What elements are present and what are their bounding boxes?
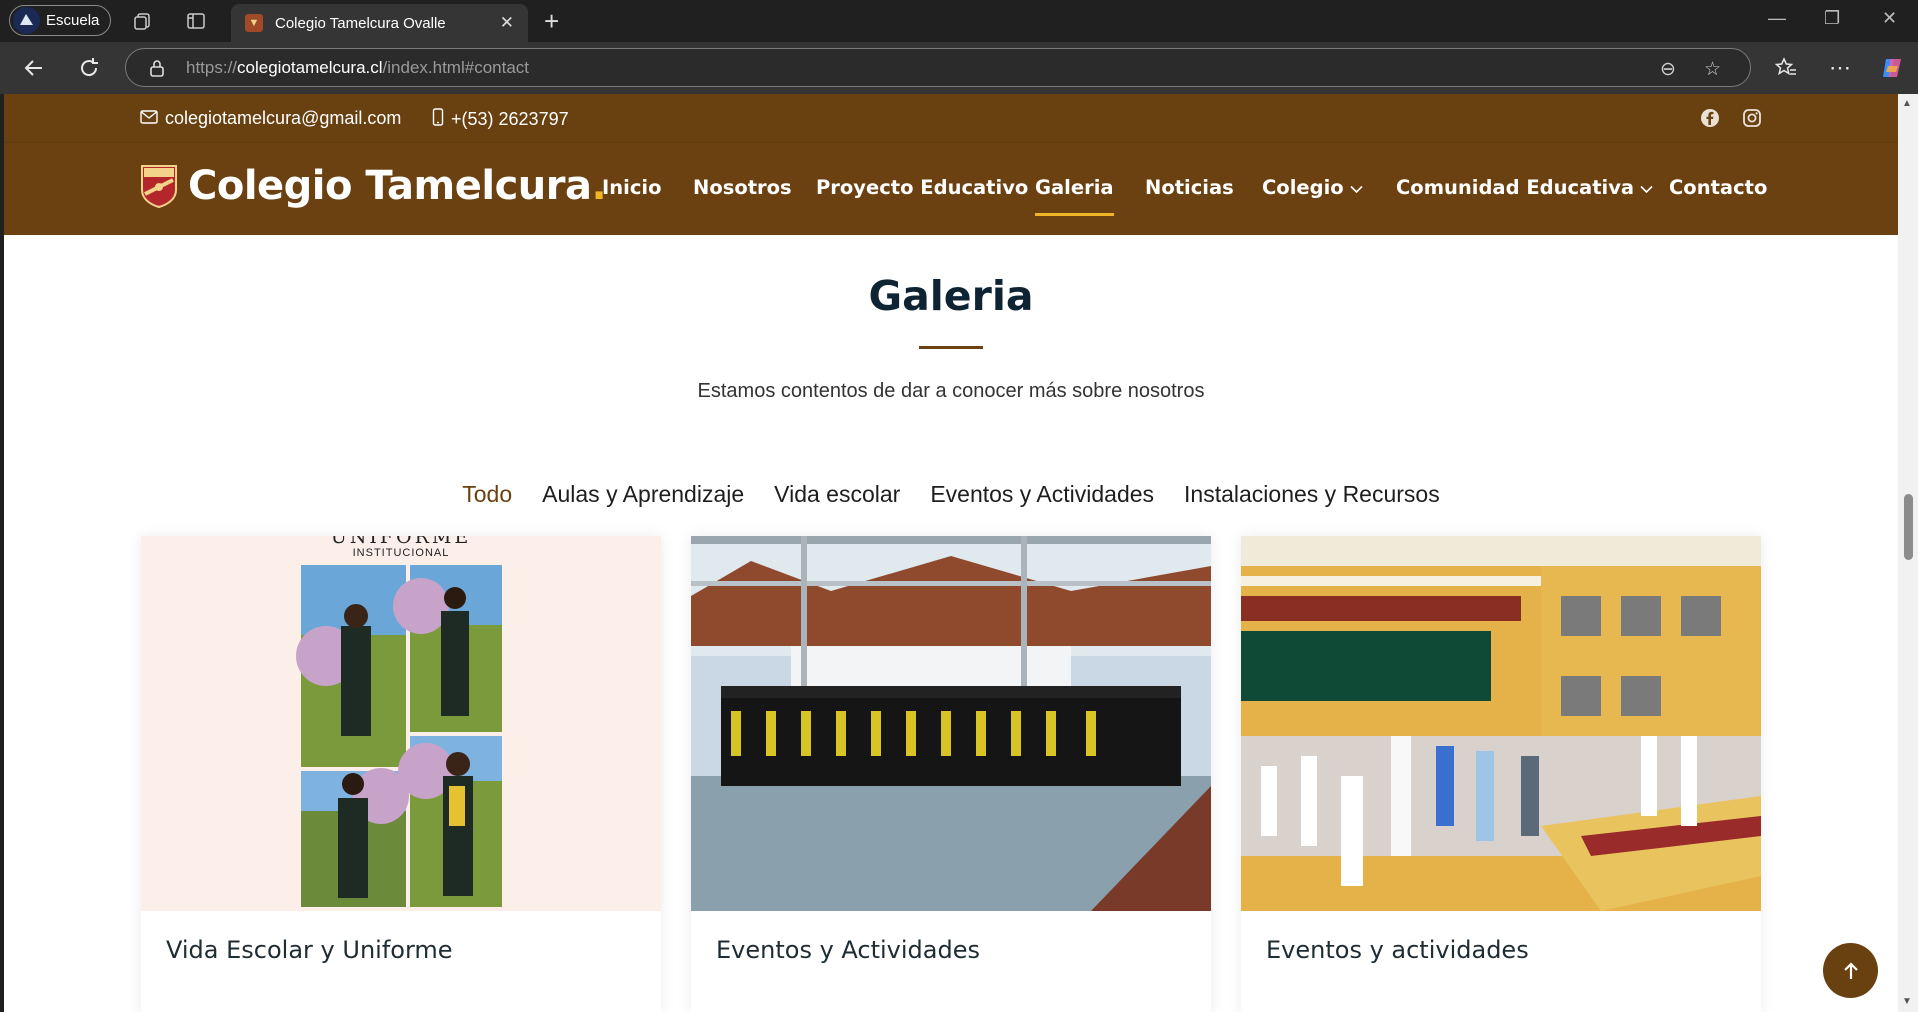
tab-close-icon[interactable]: ✕ (500, 13, 514, 33)
scroll-to-top-button[interactable] (1823, 943, 1878, 998)
school-crest-icon (141, 165, 177, 208)
site-logo[interactable]: Colegio Tamelcura. (140, 163, 607, 209)
section-subtitle: Estamos contentos de dar a conocer más s… (697, 380, 1205, 402)
window-close-icon[interactable]: ✕ (1882, 8, 1897, 29)
copilot-icon[interactable] (1880, 56, 1904, 80)
scroll-down-arrow-icon[interactable]: ▼ (1902, 996, 1912, 1007)
card-caption[interactable]: Vida Escolar y Uniforme (166, 936, 453, 964)
nav-item-proyecto-educativo[interactable]: Proyecto Educativo (816, 176, 1028, 199)
favorites-icon[interactable] (1774, 56, 1798, 80)
filter-instalaciones-y-recursos[interactable]: Instalaciones y Recursos (1184, 481, 1440, 508)
nav-item-contacto[interactable]: Contacto (1669, 176, 1767, 199)
filter-vida-escolar[interactable]: Vida escolar (774, 481, 900, 508)
address-bar[interactable]: https://colegiotamelcura.cl/index.html#c… (125, 48, 1751, 87)
card-caption[interactable]: Eventos y Actividades (716, 936, 980, 964)
profile-label: Escuela (46, 12, 100, 29)
favorite-star-icon[interactable]: ☆ (1704, 58, 1721, 81)
section-title: Galeria (868, 272, 1034, 320)
profile-button[interactable]: Escuela (9, 5, 111, 36)
phone-text: +(53) 2623797 (451, 109, 569, 129)
workspaces-icon[interactable] (132, 10, 154, 32)
lock-icon[interactable] (147, 58, 167, 78)
nav-item-colegio[interactable]: Colegio (1262, 176, 1363, 199)
gallery-card[interactable]: Eventos y actividades (1241, 536, 1761, 1012)
topbar-email[interactable]: colegiotamelcura@gmail.com (140, 108, 401, 129)
tab-title: Colegio Tamelcura Ovalle (275, 14, 446, 32)
nav-item-inicio[interactable]: Inicio (602, 176, 661, 199)
gallery-card[interactable]: UNIFORME INSTITUCIONAL Vida Escolar y Un… (141, 536, 661, 1012)
reading-mode-icon[interactable]: ⊖ (1660, 58, 1676, 81)
title-divider (919, 346, 983, 349)
logo-text: Colegio Tamelcura. (188, 163, 607, 209)
scrollbar-thumb[interactable] (1904, 494, 1913, 560)
gallery-filters: Todo Aulas y Aprendizaje Vida escolar Ev… (4, 481, 1898, 508)
email-text: colegiotamelcura@gmail.com (165, 108, 402, 128)
graduation-photo-image[interactable] (691, 536, 1211, 911)
contact-topbar: colegiotamelcura@gmail.com +(53) 2623797 (4, 94, 1898, 142)
envelope-icon (140, 108, 158, 129)
chevron-down-icon (1350, 176, 1363, 199)
nav-item-comunidad-educativa[interactable]: Comunidad Educativa (1396, 176, 1653, 199)
page-viewport: colegiotamelcura@gmail.com +(53) 2623797… (4, 94, 1898, 1012)
site-favicon-icon: ▼ (245, 14, 263, 32)
more-options-icon[interactable]: ⋯ (1828, 55, 1852, 80)
topbar-phone[interactable]: +(53) 2623797 (432, 108, 569, 131)
new-tab-icon[interactable]: + (544, 8, 559, 34)
uniform-poster-image[interactable]: UNIFORME INSTITUCIONAL (141, 536, 661, 911)
reload-icon[interactable] (77, 56, 101, 80)
gallery-card[interactable]: Eventos y Actividades (691, 536, 1211, 1012)
site-header: Colegio Tamelcura. Inicio Nosotros Proye… (4, 142, 1898, 235)
filter-eventos-y-actividades[interactable]: Eventos y Actividades (930, 481, 1154, 508)
vertical-tabs-icon[interactable] (185, 10, 207, 32)
minimize-icon[interactable]: — (1768, 8, 1786, 29)
filter-todo[interactable]: Todo (462, 481, 512, 508)
chevron-down-icon (1640, 176, 1653, 199)
card-caption[interactable]: Eventos y actividades (1266, 936, 1529, 964)
profile-avatar-icon (13, 7, 40, 34)
active-tab[interactable]: ▼ Colegio Tamelcura Ovalle ✕ (231, 4, 528, 42)
browser-toolbar: https://colegiotamelcura.cl/index.html#c… (0, 42, 1918, 94)
nav-item-noticias[interactable]: Noticias (1145, 176, 1234, 199)
instagram-icon[interactable] (1741, 107, 1763, 129)
browser-tab-bar: Escuela ▼ Colegio Tamelcura Ovalle ✕ + —… (0, 0, 1918, 42)
arrow-up-icon (1843, 961, 1858, 979)
nav-item-galeria[interactable]: Galeria (1035, 176, 1114, 216)
page-scrollbar[interactable]: ▲ ▼ (1898, 94, 1918, 1012)
url-text: https://colegiotamelcura.cl/index.html#c… (186, 57, 530, 77)
facebook-icon[interactable] (1699, 107, 1721, 129)
event-photo-image[interactable] (1241, 536, 1761, 911)
scroll-up-arrow-icon[interactable]: ▲ (1902, 98, 1912, 109)
restore-icon[interactable]: ❐ (1824, 8, 1840, 29)
nav-item-nosotros[interactable]: Nosotros (693, 176, 792, 199)
back-icon[interactable] (22, 56, 46, 80)
phone-icon (432, 108, 444, 131)
filter-aulas-y-aprendizaje[interactable]: Aulas y Aprendizaje (542, 481, 744, 508)
